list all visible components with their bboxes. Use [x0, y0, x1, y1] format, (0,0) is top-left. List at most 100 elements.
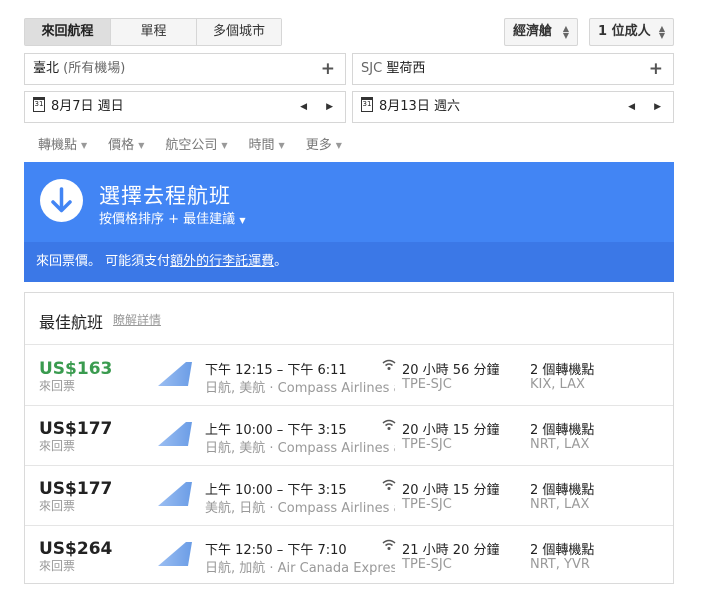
airline-logo-icon — [158, 362, 192, 386]
filter-price[interactable]: 價格 ▼ — [108, 134, 144, 153]
flight-price: US$177 — [39, 419, 113, 439]
return-date-field[interactable]: 31 8月13日 週六 ◀ ▶ — [352, 91, 674, 123]
sort-dropdown[interactable]: 按價格排序 + 最佳建議 ▼ — [99, 208, 245, 227]
updown-icon: ▲ ▼ — [562, 24, 569, 40]
caret-down-icon: ▼ — [138, 141, 145, 150]
calendar-icon: 31 — [33, 97, 45, 112]
baggage-fee-link[interactable]: 額外的行李託運費 — [170, 254, 274, 269]
flight-row[interactable]: US$163 來回票 下午 12:15 – 下午 6:11 日航, 美航 · C… — [25, 345, 673, 406]
filter-airline[interactable]: 航空公司 ▼ — [165, 134, 227, 153]
trip-type-tabs: 來回航程 單程 多個城市 — [24, 18, 282, 46]
depart-date-field[interactable]: 31 8月7日 週日 ◀ ▶ — [24, 91, 346, 123]
passengers-value: 1 位成人 — [598, 24, 651, 39]
flight-stops: 2 個轉機點 — [530, 423, 595, 438]
flight-airline: 日航, 加航 · Air Canada Express — [205, 561, 395, 576]
calendar-icon: 31 — [361, 97, 373, 112]
tab-one-way[interactable]: 單程 — [111, 19, 197, 45]
flight-airline: 美航, 日航 · Compass Airlines as — [205, 501, 395, 516]
prev-day-icon[interactable]: ◀ — [628, 92, 635, 122]
flight-price: US$264 — [39, 539, 113, 559]
caret-down-icon: ▼ — [239, 216, 246, 225]
filter-label: 更多 — [305, 138, 332, 153]
flight-stops: 2 個轉機點 — [530, 483, 595, 498]
flight-time: 上午 10:00 – 下午 3:15 — [205, 483, 347, 498]
flight-price: US$177 — [39, 479, 113, 499]
passengers-dropdown[interactable]: 1 位成人 ▲ ▼ — [589, 18, 674, 46]
flight-price: US$163 — [39, 359, 113, 379]
airline-logo-icon — [158, 542, 192, 566]
flight-route: TPE-SJC — [402, 497, 452, 512]
fare-type: 來回票 — [39, 499, 76, 513]
tab-round-trip[interactable]: 來回航程 — [25, 19, 111, 45]
banner-title: 選擇去程航班 — [99, 184, 231, 208]
fare-type: 來回票 — [39, 379, 76, 393]
layover-airports: NRT, LAX — [530, 437, 590, 452]
layover-airports: NRT, YVR — [530, 557, 590, 572]
origin-field[interactable]: 臺北 (所有機場) + — [24, 53, 346, 85]
results-header: 最佳航班 瞭解詳情 — [25, 293, 673, 345]
flight-time: 下午 12:50 – 下午 7:10 — [205, 543, 347, 558]
flight-airline: 日航, 美航 · Compass Airlines as — [205, 381, 395, 396]
origin-detail: (所有機場) — [63, 61, 126, 76]
caret-down-icon: ▼ — [81, 141, 88, 150]
wifi-icon — [382, 539, 396, 550]
fare-note-text: 來回票價。 可能須支付 — [36, 254, 171, 269]
depart-date-value: 8月7日 週日 — [51, 99, 124, 114]
flight-route: TPE-SJC — [402, 557, 452, 572]
flight-duration: 21 小時 20 分鐘 — [402, 543, 500, 558]
next-day-icon[interactable]: ▶ — [654, 92, 661, 122]
airline-logo-icon — [158, 422, 192, 446]
flight-time: 下午 12:15 – 下午 6:11 — [205, 363, 347, 378]
flight-duration: 20 小時 15 分鐘 — [402, 423, 500, 438]
flight-duration: 20 小時 15 分鐘 — [402, 483, 500, 498]
results-panel: 最佳航班 瞭解詳情 US$163 來回票 下午 12:15 – 下午 6:11 … — [24, 292, 674, 584]
details-link[interactable]: 瞭解詳情 — [113, 311, 161, 328]
filter-label: 價格 — [108, 138, 135, 153]
filter-label: 時間 — [248, 138, 275, 153]
layover-airports: KIX, LAX — [530, 377, 585, 392]
filter-time[interactable]: 時間 ▼ — [249, 134, 285, 153]
filter-stops[interactable]: 轉機點 ▼ — [38, 134, 87, 153]
destination-field[interactable]: SJC 聖荷西 + — [352, 53, 674, 85]
layover-airports: NRT, LAX — [530, 497, 590, 512]
fare-note-end: 。 — [274, 254, 288, 269]
flight-duration: 20 小時 56 分鐘 — [402, 363, 500, 378]
results-heading: 最佳航班 — [39, 313, 104, 332]
caret-down-icon: ▼ — [221, 141, 228, 150]
airline-logo-icon — [158, 482, 192, 506]
cabin-value: 經濟艙 — [513, 24, 553, 39]
cabin-dropdown[interactable]: 經濟艙 ▲ ▼ — [504, 18, 578, 46]
flight-time: 上午 10:00 – 下午 3:15 — [205, 423, 347, 438]
wifi-icon — [382, 359, 396, 370]
caret-down-icon: ▼ — [278, 141, 285, 150]
add-origin-icon[interactable]: + — [321, 54, 335, 84]
prev-day-icon[interactable]: ◀ — [300, 92, 307, 122]
flight-row[interactable]: US$177 來回票 上午 10:00 – 下午 3:15 美航, 日航 · C… — [25, 465, 673, 526]
updown-icon: ▲ ▼ — [658, 24, 665, 40]
destination-name: 聖荷西 — [386, 61, 426, 76]
filter-label: 轉機點 — [38, 138, 78, 153]
filter-bar: 轉機點 ▼ 價格 ▼ 航空公司 ▼ 時間 ▼ 更多 ▼ — [38, 134, 363, 153]
flight-route: TPE-SJC — [402, 437, 452, 452]
filter-label: 航空公司 — [165, 138, 218, 153]
filter-more[interactable]: 更多 ▼ — [306, 134, 342, 153]
return-date-value: 8月13日 週六 — [379, 99, 460, 114]
tab-multi-city[interactable]: 多個城市 — [197, 19, 281, 45]
next-day-icon[interactable]: ▶ — [326, 92, 333, 122]
add-destination-icon[interactable]: + — [649, 54, 663, 84]
flight-stops: 2 個轉機點 — [530, 543, 595, 558]
caret-down-icon: ▼ — [335, 141, 342, 150]
flight-row[interactable]: US$177 來回票 上午 10:00 – 下午 3:15 日航, 美航 · C… — [25, 405, 673, 466]
origin-name: 臺北 — [33, 61, 60, 76]
flight-stops: 2 個轉機點 — [530, 363, 595, 378]
flight-row[interactable]: US$264 來回票 下午 12:50 – 下午 7:10 日航, 加航 · A… — [25, 525, 673, 585]
wifi-icon — [382, 419, 396, 430]
destination-code: SJC — [361, 61, 383, 76]
arrow-down-icon — [40, 179, 83, 222]
select-flight-banner: 選擇去程航班 按價格排序 + 最佳建議 ▼ — [24, 162, 674, 242]
flight-airline: 日航, 美航 · Compass Airlines as — [205, 441, 395, 456]
fare-type: 來回票 — [39, 559, 76, 573]
wifi-icon — [382, 479, 396, 490]
flight-route: TPE-SJC — [402, 377, 452, 392]
fare-note: 來回票價。 可能須支付額外的行李託運費。 — [24, 242, 674, 282]
